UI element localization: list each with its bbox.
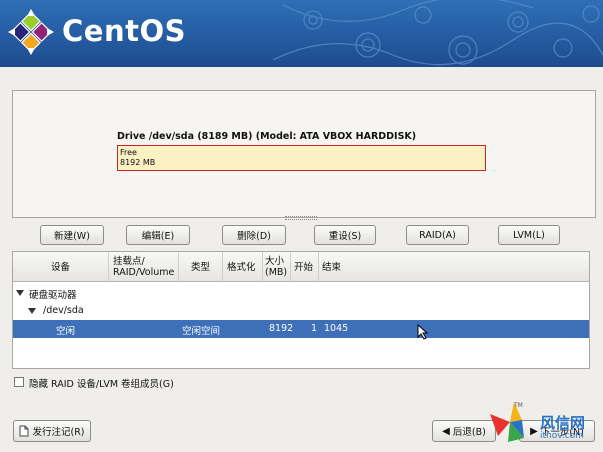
header-banner: CentOS (0, 0, 603, 67)
partition-start: 1 (311, 323, 318, 334)
watermark-text: 风信网 (540, 414, 586, 432)
mouse-cursor-icon (417, 324, 429, 340)
disk-label: /dev/sda (43, 305, 84, 316)
col-size[interactable]: 大小 (MB) (263, 252, 291, 282)
col-format[interactable]: 格式化 (223, 252, 263, 282)
partition-size: 8192 (269, 323, 294, 334)
back-label: 后退(B) (452, 427, 486, 438)
raid-button[interactable]: RAID(A) (406, 225, 469, 245)
col-start[interactable]: 开始 (291, 252, 319, 282)
col-end[interactable]: 结束 (319, 252, 349, 282)
watermark-tm: TM (513, 402, 523, 409)
partition-end: 1045 (324, 323, 349, 334)
brand-name: CentOS (62, 14, 186, 48)
watermark-sub: ithov.com (540, 431, 584, 441)
back-arrow-icon: ◀ (442, 425, 450, 437)
col-device[interactable]: 设备 (13, 252, 109, 282)
lvm-button[interactable]: LVM(L) (498, 225, 560, 245)
expand-triangle-icon[interactable] (28, 308, 36, 314)
release-notes-label: 发行注记(R) (32, 427, 85, 438)
new-button[interactable]: 新建(W) (40, 225, 104, 245)
partition-table[interactable]: 设备 挂载点/ RAID/Volume 类型 格式化 大小 (MB) 开始 结束… (12, 251, 590, 369)
delete-button[interactable]: 删除(D) (222, 225, 286, 245)
table-header: 设备 挂载点/ RAID/Volume 类型 格式化 大小 (MB) 开始 结束 (13, 252, 589, 282)
partition-type: 空闲空间 (182, 326, 221, 337)
hide-raid-checkbox[interactable] (14, 377, 24, 387)
watermark-logo-icon: TM (490, 402, 524, 442)
floral-decoration (273, 0, 603, 66)
group-label: 硬盘驱动器 (29, 290, 77, 301)
pane-resize-grip[interactable] (285, 216, 317, 220)
release-notes-button[interactable]: 发行注记(R) (13, 420, 91, 442)
expand-triangle-icon[interactable] (16, 290, 24, 296)
drive-panel: Drive /dev/sda (8189 MB) (Model: ATA VBO… (12, 90, 596, 218)
col-type[interactable]: 类型 (179, 252, 223, 282)
document-icon (19, 425, 29, 437)
edit-button[interactable]: 编辑(E) (126, 225, 190, 245)
table-row-disk[interactable]: /dev/sda (13, 302, 589, 320)
table-row-group[interactable]: 硬盘驱动器 (13, 284, 589, 302)
partition-name: 空闲 (56, 326, 76, 337)
free-size: 8192 MB (120, 158, 156, 167)
centos-logo-icon (8, 9, 54, 55)
free-label: Free (120, 148, 137, 157)
reset-button[interactable]: 重设(S) (314, 225, 376, 245)
col-mount[interactable]: 挂载点/ RAID/Volume (109, 252, 179, 282)
table-row-free-selected[interactable]: 空闲 空闲空间 8192 1 1045 (13, 320, 589, 338)
free-space-segment[interactable]: Free 8192 MB (117, 145, 486, 171)
drive-title: Drive /dev/sda (8189 MB) (Model: ATA VBO… (117, 131, 417, 142)
hide-raid-label[interactable]: 隐藏 RAID 设备/LVM 卷组成员(G) (29, 376, 174, 390)
